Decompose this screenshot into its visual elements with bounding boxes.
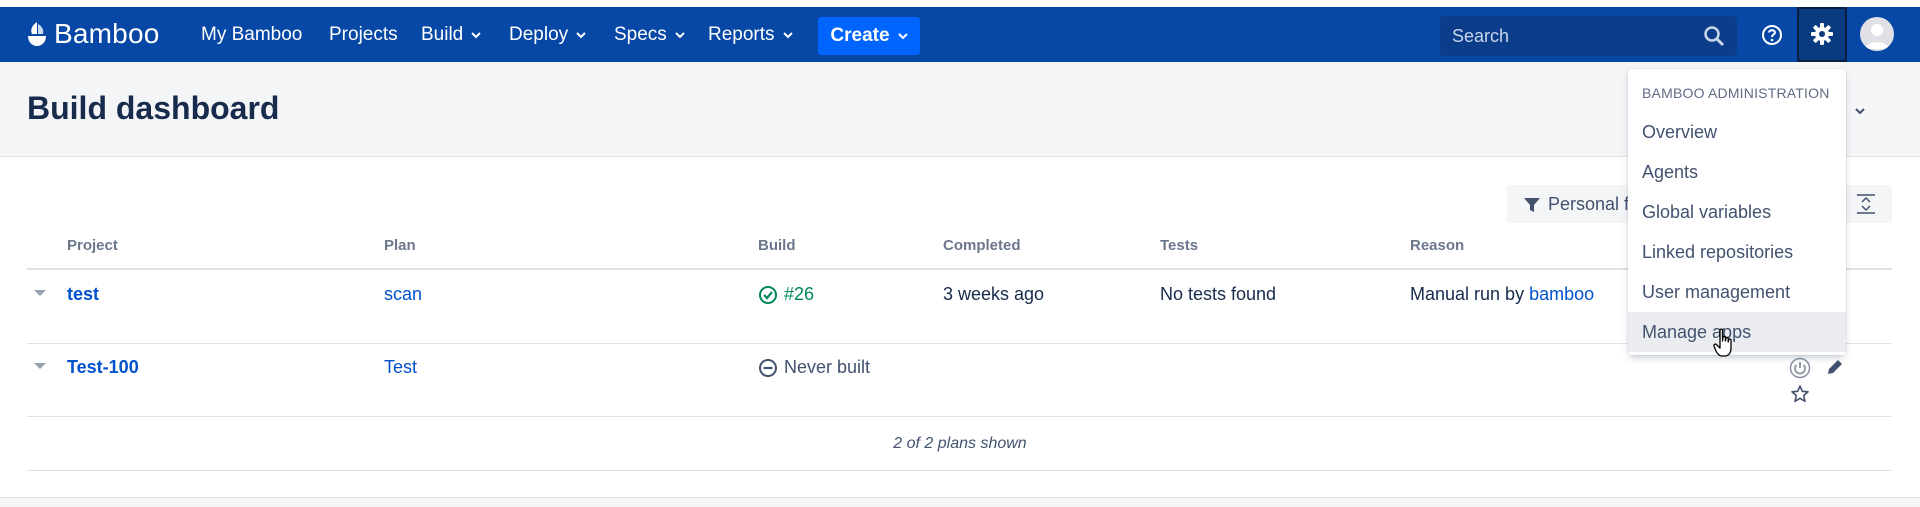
create-button[interactable]: Create (818, 17, 920, 55)
nav-deploy[interactable]: Deploy (509, 24, 586, 46)
table-header-divider (27, 268, 1892, 270)
nav-my-bamboo[interactable]: My Bamboo (201, 24, 302, 46)
reason-user-link[interactable]: bamboo (1529, 284, 1594, 304)
never-built-icon (759, 359, 777, 377)
chevron-down-icon (576, 32, 586, 39)
admin-dropdown-menu: BAMBOO ADMINISTRATION Overview Agents Gl… (1628, 69, 1846, 355)
expand-row-icon[interactable] (33, 288, 47, 298)
page-title: Build dashboard (27, 90, 280, 126)
nav-build-label: Build (421, 24, 464, 45)
column-header-build[interactable]: Build (758, 237, 796, 254)
column-header-tests[interactable]: Tests (1160, 237, 1198, 254)
menu-item-label: Agents (1642, 162, 1699, 182)
top-navigation-bar: Bamboo My Bamboo Projects Build Deploy S… (0, 7, 1920, 62)
column-header-plan[interactable]: Plan (384, 237, 416, 254)
nav-deploy-label: Deploy (509, 24, 569, 45)
personal-filter-label: Personal f (1548, 194, 1630, 214)
user-avatar[interactable] (1860, 17, 1894, 51)
project-link[interactable]: test (67, 284, 99, 305)
nav-reports-label: Reports (708, 24, 775, 45)
chevron-down-icon (897, 33, 908, 40)
success-check-icon (759, 286, 777, 304)
plans-count-note: 2 of 2 plans shown (893, 435, 1027, 452)
menu-item-label: Overview (1642, 122, 1718, 142)
build-number-link[interactable]: #26 (784, 284, 814, 305)
gear-icon (1811, 23, 1833, 45)
menu-item-user-management[interactable]: User management (1628, 272, 1846, 312)
create-button-label: Create (830, 25, 890, 46)
collapse-icon (1857, 194, 1875, 214)
table-bottom-divider (27, 470, 1892, 471)
nav-projects[interactable]: Projects (329, 24, 398, 46)
column-header-reason[interactable]: Reason (1410, 237, 1464, 254)
chevron-down-icon (675, 32, 685, 39)
edit-pencil-icon[interactable] (1825, 357, 1845, 377)
user-avatar-icon (1865, 24, 1889, 49)
tests-summary: No tests found (1160, 284, 1277, 304)
nav-build[interactable]: Build (421, 24, 481, 46)
chevron-down-icon (1855, 108, 1865, 115)
star-icon[interactable] (1790, 384, 1810, 404)
logo-text: Bamboo (54, 18, 160, 49)
menu-item-overview[interactable]: Overview (1628, 112, 1846, 152)
menu-item-label: Global variables (1642, 202, 1772, 222)
nav-projects-label: Projects (329, 24, 398, 45)
search-icon[interactable] (1703, 25, 1725, 47)
menu-item-global-variables[interactable]: Global variables (1628, 192, 1846, 232)
menu-item-label: User management (1642, 282, 1791, 302)
menu-item-manage-apps[interactable]: Manage apps (1628, 312, 1846, 352)
admin-settings-button[interactable] (1797, 7, 1847, 62)
hand-pointer-cursor-icon (1713, 328, 1732, 357)
reason: Manual run by bamboo (1410, 284, 1594, 305)
menu-item-agents[interactable]: Agents (1628, 152, 1846, 192)
help-icon[interactable] (1761, 24, 1783, 46)
nav-specs[interactable]: Specs (614, 24, 685, 46)
chevron-down-icon (471, 32, 481, 39)
reason-text: Manual run by (1410, 284, 1525, 304)
menu-heading: BAMBOO ADMINISTRATION (1642, 85, 1830, 101)
chevron-down-icon (782, 32, 793, 39)
row-divider (27, 416, 1892, 417)
bamboo-logo-icon (28, 22, 46, 46)
column-header-completed[interactable]: Completed (943, 237, 1021, 254)
plan-link[interactable]: scan (384, 284, 422, 305)
filter-icon (1524, 198, 1540, 212)
search-input[interactable]: Search (1440, 16, 1737, 56)
bamboo-logo[interactable]: Bamboo (26, 18, 160, 49)
search-placeholder: Search (1452, 26, 1510, 46)
menu-item-label: Linked repositories (1642, 242, 1794, 262)
build-status-text: Never built (784, 357, 871, 377)
completed-time: 3 weeks ago (943, 284, 1045, 304)
column-header-project[interactable]: Project (67, 237, 118, 254)
expand-row-icon[interactable] (33, 361, 47, 371)
menu-item-linked-repositories[interactable]: Linked repositories (1628, 232, 1846, 272)
plan-link[interactable]: Test (384, 357, 417, 378)
row-divider (27, 343, 1892, 344)
nav-specs-label: Specs (614, 24, 667, 45)
top-strip (0, 0, 1920, 7)
nav-reports[interactable]: Reports (708, 24, 793, 46)
nav-my-bamboo-label: My Bamboo (201, 24, 303, 45)
project-link[interactable]: Test-100 (67, 357, 139, 378)
power-icon[interactable] (1789, 357, 1811, 379)
expand-collapse-button[interactable] (1840, 185, 1892, 223)
